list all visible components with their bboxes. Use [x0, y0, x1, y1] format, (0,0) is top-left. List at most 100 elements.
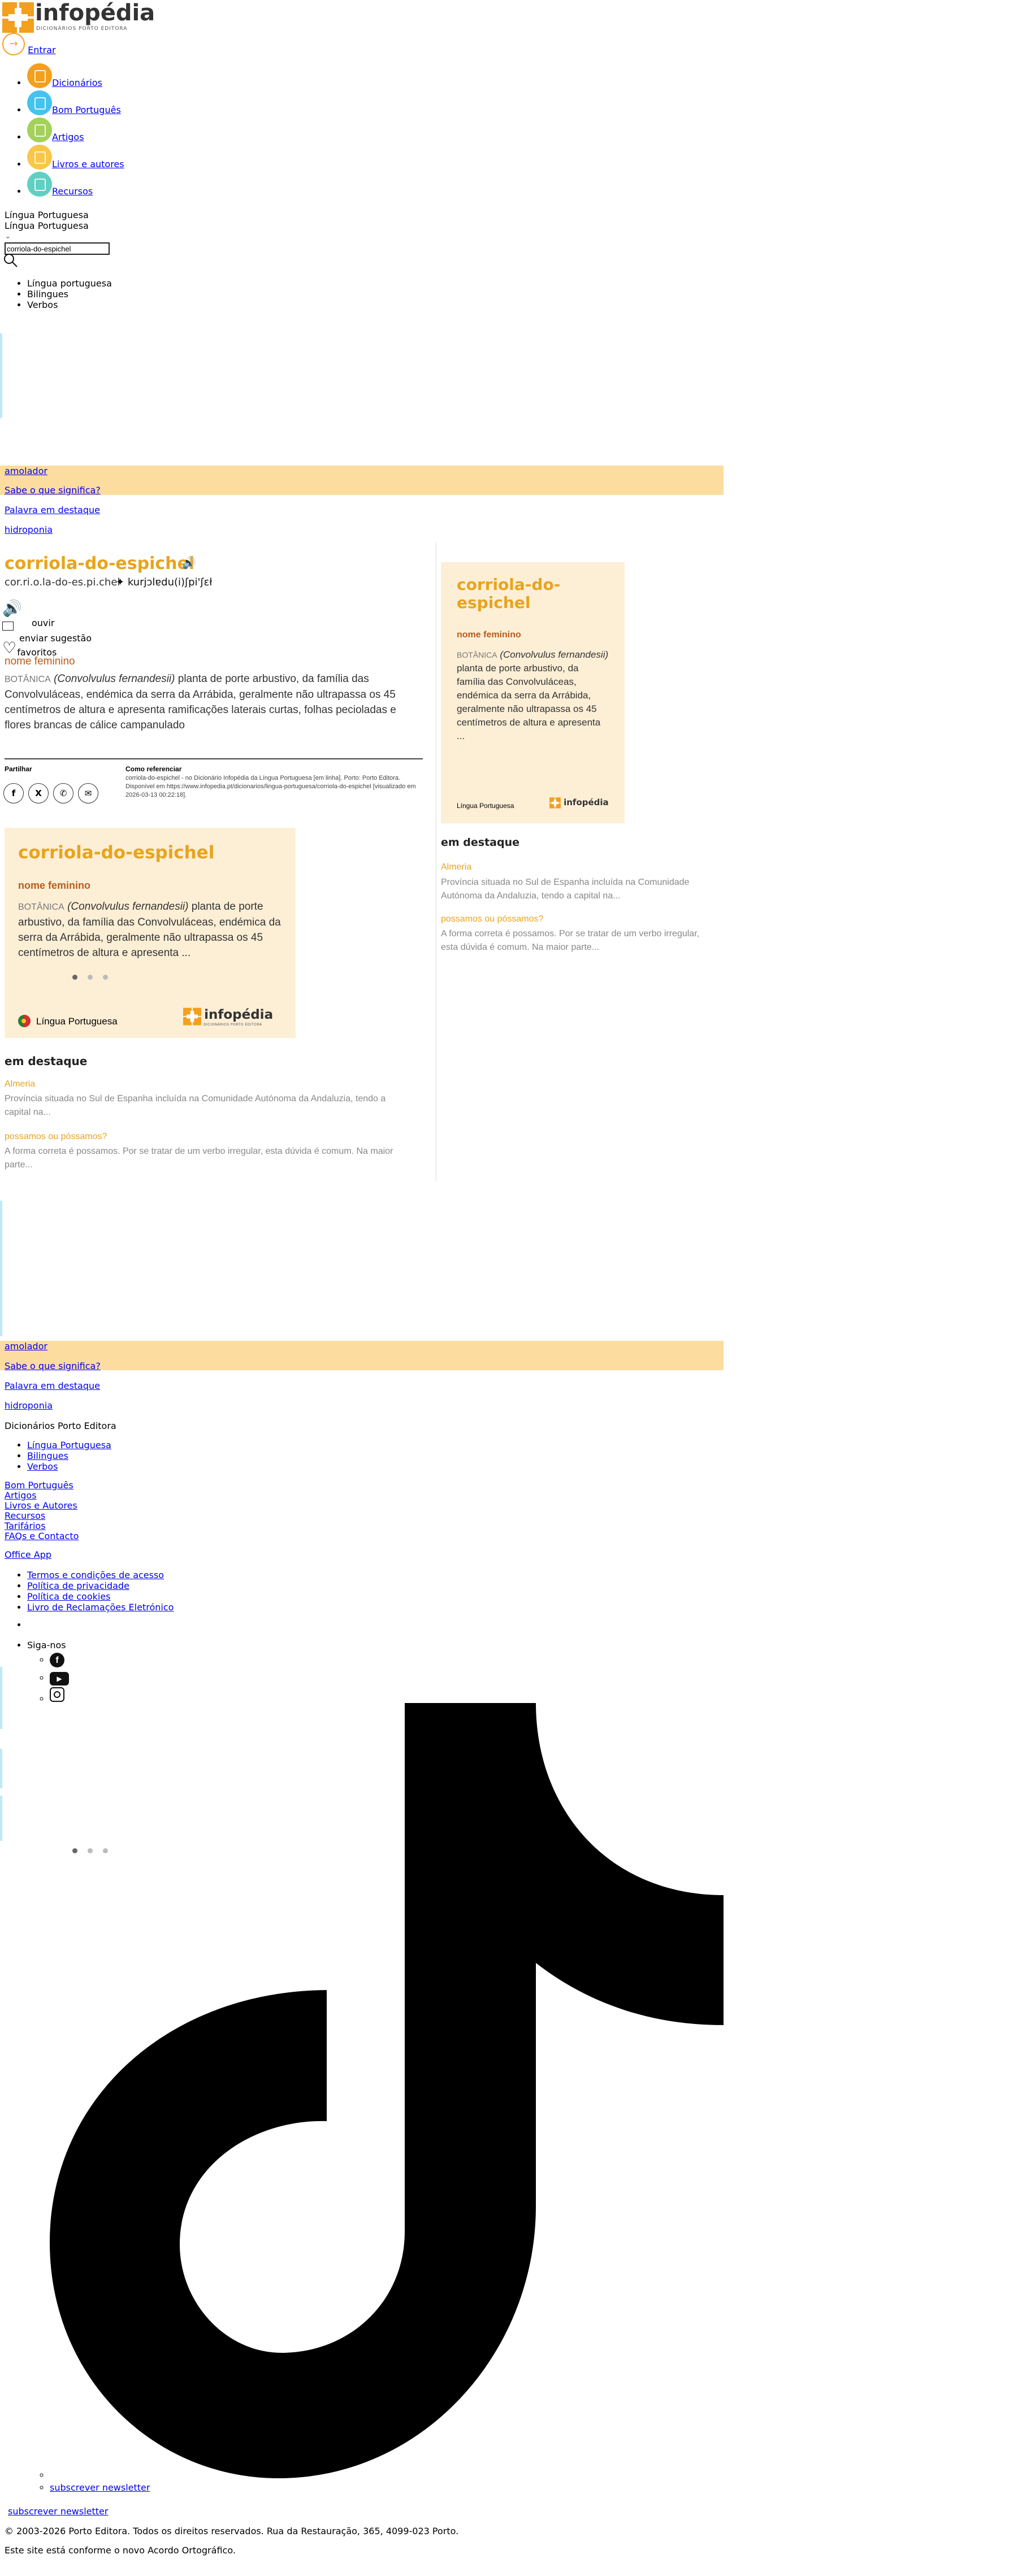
nav-item-dicionarios[interactable]: Dicionários [27, 63, 124, 90]
footer-link[interactable]: Livros e Autores [5, 1500, 77, 1511]
featured-word-2-link[interactable]: hidroponia [5, 1400, 53, 1411]
side-definition-card[interactable]: corriola-do-espichel nome feminino BOTÂN… [441, 562, 625, 823]
footer-dict-link[interactable]: Bilingues [27, 1450, 68, 1461]
featured-word-link[interactable]: Palavra em destaque [5, 1380, 100, 1391]
footer-dict-link[interactable]: Verbos [27, 1461, 58, 1472]
footer-link[interactable]: Artigos [5, 1490, 37, 1501]
pronunciation-text: kurjɔlɐdu(i)ʃpi'ʃɛł [127, 576, 213, 588]
card-grammar: nome feminino [18, 880, 91, 891]
login-link[interactable]: → Entrar [2, 33, 56, 55]
definition-card[interactable]: corriola-do-espichel nome feminino BOTÂN… [5, 828, 296, 1038]
card-logo-subtitle: DICIONÁRIOS PORTO EDITORA [203, 1023, 262, 1027]
card-domain: BOTÂNICA [18, 902, 64, 912]
dictionary-label: Língua Portuguesa [5, 210, 89, 220]
logo-subtitle: DICIONÁRIOS PORTO EDITORA [36, 26, 128, 32]
footer-social-list [5, 1619, 30, 1630]
speaker-icon[interactable]: 🔊 [182, 556, 196, 570]
login-label[interactable]: Entrar [28, 45, 55, 55]
newsletter-link[interactable]: subscrever newsletter [8, 2506, 108, 2517]
legal-link[interactable]: Política de privacidade [27, 1580, 129, 1591]
highlight-text: A forma correta é possamos. Por se trata… [5, 1146, 393, 1170]
dictionary-option[interactable]: Bilingues [27, 289, 112, 299]
promo-word-link[interactable]: amolador [5, 1341, 47, 1352]
copyright: © 2003-2026 Porto Editora. Todos os dire… [5, 2526, 459, 2536]
x-icon[interactable]: X [28, 783, 49, 803]
entry-definition: BOTÂNICA (Convolvulus fernandesii) plant… [5, 671, 423, 733]
footer-link[interactable]: Tarifários [5, 1521, 46, 1531]
youtube-icon[interactable]: ▶ [50, 1669, 69, 1687]
card-scientific-name: (Convolvulus fernandesii) [67, 901, 189, 913]
promo-question-link[interactable]: Sabe o que significa? [5, 1361, 101, 1371]
cite-label: Como referenciar [125, 765, 182, 773]
ad-strip [0, 1667, 2, 1729]
search-icon[interactable] [3, 253, 18, 270]
newsletter-link[interactable]: subscrever newsletter [50, 2482, 150, 2493]
footer-link[interactable]: Recursos [5, 1510, 45, 1521]
divider [5, 758, 423, 759]
carousel-dot[interactable] [88, 975, 93, 980]
footer-link[interactable]: Bom Português [5, 1480, 73, 1491]
logo-text: infopédia [35, 0, 155, 26]
portugal-flag-icon [18, 1015, 31, 1027]
books-icon [27, 145, 52, 170]
nav-item-bom-portugues[interactable]: Bom Português [27, 90, 124, 118]
promo-band [0, 1341, 724, 1370]
highlight-title[interactable]: possamos ou póssamos? [5, 1132, 107, 1142]
side-highlight-text: A forma correta é possamos. Por se trata… [441, 929, 700, 952]
dictionary-options: Língua portuguesa Bilingues Verbos [5, 278, 112, 310]
chevron-down-icon[interactable]: ⌄ [5, 232, 11, 241]
cite-text: corriola-do-espichel - no Dicionário Inf… [125, 775, 416, 798]
nav-item-recursos[interactable]: Recursos [27, 172, 124, 199]
office-app-link[interactable]: Office App [5, 1549, 51, 1560]
nav-item-livros[interactable]: Livros e autores [27, 145, 124, 172]
footer-dict-link[interactable]: Língua Portuguesa [27, 1440, 111, 1450]
carousel-dot[interactable] [72, 975, 77, 980]
card-footer-label: Língua Portuguesa [36, 1016, 118, 1027]
article-icon [27, 118, 52, 142]
card-text: BOTÂNICA (Convolvulus fernandesii) plant… [18, 899, 284, 961]
facebook-icon[interactable]: f [50, 1651, 69, 1669]
legal-link[interactable]: Livro de Reclamações Eletrónico [27, 1602, 174, 1613]
facebook-icon[interactable]: f [3, 783, 24, 803]
legal-link[interactable]: Termos e condições de acesso [27, 1570, 164, 1580]
edit-icon [2, 622, 14, 631]
highlight-title[interactable]: Almeria [5, 1079, 35, 1089]
logo-icon [549, 797, 561, 809]
featured-word-link[interactable]: Palavra em destaque [5, 505, 100, 515]
side-highlights-heading: em destaque [441, 836, 520, 849]
favorites-button[interactable]: ♡ favoritos [2, 638, 59, 658]
book-icon [27, 90, 52, 115]
featured-word-2-link[interactable]: hidroponia [5, 524, 53, 535]
side-card-title: corriola-do-espichel [457, 575, 561, 612]
pronunciation: ✦ kurjɔlɐdu(i)ʃpi'ʃɛł [116, 576, 213, 588]
footer-link[interactable]: FAQs e Contacto [5, 1531, 79, 1541]
logo[interactable] [2, 2, 34, 33]
promo-word-link[interactable]: amolador [5, 466, 47, 476]
side-highlight-title[interactable]: Almeria [441, 862, 471, 872]
logo-icon [183, 1007, 201, 1026]
dictionary-option[interactable]: Verbos [27, 299, 112, 310]
legal-link[interactable]: Política de cookies [27, 1591, 111, 1602]
promo-question-link[interactable]: Sabe o que significa? [5, 485, 101, 496]
highlights-heading: em destaque [5, 1054, 88, 1068]
email-icon[interactable]: ✉ [78, 783, 98, 803]
dictionary-select[interactable]: Língua Portuguesa [5, 220, 89, 231]
ad-strip [0, 1201, 2, 1336]
side-highlight-text: Província situada no Sul de Espanha incl… [441, 878, 690, 901]
side-card-domain: BOTÂNICA [457, 650, 497, 659]
search-input[interactable] [5, 242, 110, 255]
agreement-note: Este site está conforme o novo Acordo Or… [5, 2545, 236, 2556]
follow-label: Siga-nos [27, 1640, 66, 1650]
empty-list-item [50, 2469, 150, 2482]
side-highlight-title[interactable]: possamos ou póssamos? [441, 914, 543, 924]
empty-list-item [27, 1619, 30, 1630]
speaker-icon: 🔊 [2, 599, 22, 618]
whatsapp-icon[interactable]: ✆ [53, 783, 73, 803]
card-title: corriola-do-espichel [18, 842, 215, 863]
nav-item-artigos[interactable]: Artigos [27, 118, 124, 145]
main-nav: Dicionários Bom Português Artigos Livros… [5, 63, 124, 199]
dictionary-option[interactable]: Língua portuguesa [27, 278, 112, 289]
carousel-dot[interactable] [103, 975, 108, 980]
syllables: cor.ri.o.la-do-es.pi.chel [5, 576, 120, 588]
tiktok-icon[interactable] [50, 1703, 724, 2478]
